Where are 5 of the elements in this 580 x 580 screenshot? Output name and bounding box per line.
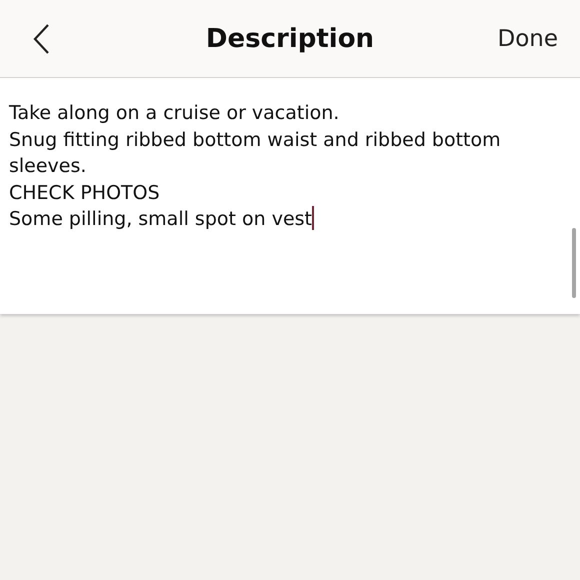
scrollbar[interactable] — [572, 228, 576, 298]
description-field[interactable]: Take along on a cruise or vacation. Snug fitting ribbed bottom waist and ribbed bottom sleeves. CHECK PHOTOS Some pilling, small spot on vest — [9, 100, 549, 232]
screen-title: Description — [204, 24, 376, 54]
done-button[interactable]: Done — [497, 26, 558, 52]
text-cursor — [312, 206, 314, 230]
